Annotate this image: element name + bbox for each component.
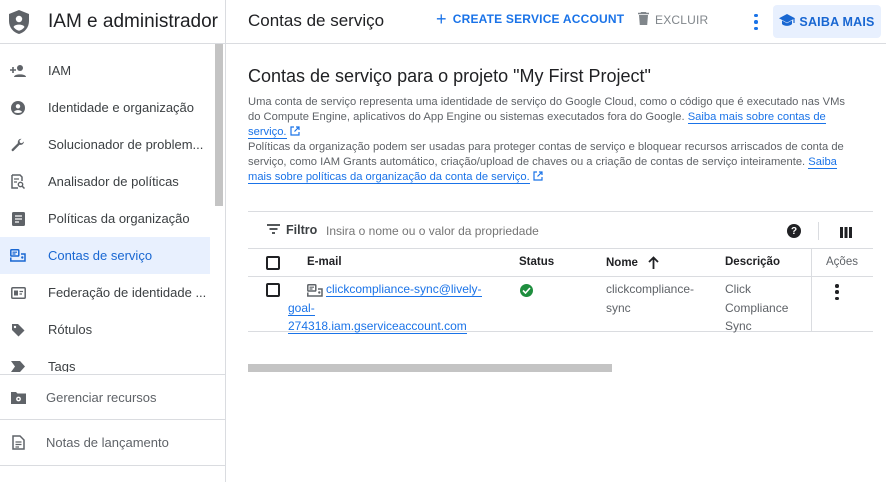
description-text: Compliance [725, 300, 789, 315]
org-policy-description: Políticas da organização podem ser usada… [248, 140, 860, 185]
column-header-status[interactable]: Status [519, 256, 554, 268]
name-text: clickcompliance- [606, 282, 695, 296]
column-header-label: Nome [606, 256, 638, 269]
sidebar-item-label: Identidade e organização [48, 100, 195, 115]
top-bar: Contas de serviço + CREATE SERVICE ACCOU… [226, 0, 886, 44]
table-horizontal-scrollbar[interactable] [248, 364, 612, 372]
create-service-account-button[interactable]: + CREATE SERVICE ACCOUNT [436, 9, 625, 29]
filter-button[interactable]: Filtro [267, 223, 317, 237]
sidebar-item-labels[interactable]: Rótulos [0, 311, 214, 348]
service-account-description: Click Compliance Sync [725, 280, 788, 336]
sidebar-item-label: Rótulos [48, 322, 93, 337]
tag-icon [10, 359, 26, 372]
description-text: Click [725, 282, 751, 296]
sidebar-item-label: IAM [48, 63, 72, 78]
service-account-description: Uma conta de serviço representa uma iden… [248, 95, 860, 140]
service-account-icon [10, 248, 26, 264]
manage-resources-link[interactable]: Gerenciar recursos [0, 375, 225, 419]
page-title: Contas de serviço [248, 11, 385, 30]
sidebar-item-label: Federação de identidade ... [48, 285, 207, 300]
delete-button[interactable]: EXCLUIR [638, 11, 709, 28]
learn-more-label: SAIBA MAIS [799, 14, 875, 29]
service-account-email-link[interactable]: clickcompliance-sync@lively-goal- 274318.… [288, 280, 507, 336]
sidebar-item-service-accounts[interactable]: Contas de serviço [0, 237, 210, 274]
divider [818, 222, 819, 240]
sidebar-item-policy-analyzer[interactable]: Analisador de políticas [0, 163, 214, 200]
sidebar-item-label: Tags [48, 359, 76, 372]
document-icon [10, 211, 26, 227]
email-text: clickcompliance-sync@lively- [326, 282, 482, 297]
person-add-icon [10, 63, 26, 79]
sidebar-item-iam[interactable]: IAM [0, 52, 214, 89]
more-options-icon[interactable] [750, 12, 762, 32]
manage-resources-label: Gerenciar recursos [46, 389, 157, 405]
column-header-name[interactable]: Nome [606, 256, 659, 269]
filter-bar: Filtro ? [248, 211, 873, 249]
section-heading: Contas de serviço para o projeto "My Fir… [248, 66, 651, 86]
plus-icon: + [436, 9, 447, 29]
delete-label: EXCLUIR [655, 13, 709, 27]
label-icon [10, 322, 26, 338]
name-text: sync [606, 300, 631, 315]
check-circle-icon [520, 284, 533, 297]
sidebar-item-label: Políticas da organização [48, 211, 190, 226]
help-icon[interactable]: ? [787, 224, 801, 238]
column-header-email[interactable]: E-mail [307, 256, 342, 268]
create-service-account-label: CREATE SERVICE ACCOUNT [452, 12, 625, 26]
release-notes-link[interactable]: Notas de lançamento [0, 420, 225, 464]
sidebar-item-label: Solucionador de problem... [48, 137, 204, 152]
table-row: clickcompliance-sync@lively-goal- 274318.… [248, 277, 873, 334]
service-account-name: clickcompliance- sync [606, 280, 694, 317]
open-in-new-icon [289, 126, 300, 136]
sidebar-header: IAM e administrador [0, 0, 225, 44]
column-header-actions: Ações [826, 256, 858, 268]
sidebar-item-label: Contas de serviço [48, 248, 153, 263]
sidebar-scrollbar[interactable] [215, 44, 223, 206]
release-notes-label: Notas de lançamento [46, 434, 169, 450]
table-header: E-mail Status Nome Descrição [248, 249, 873, 277]
sidebar: IAM e administrador IAM Identidade e org… [0, 0, 226, 482]
sidebar-item-label: Analisador de políticas [48, 174, 179, 189]
row-checkbox[interactable] [266, 283, 280, 297]
release-notes-icon [10, 434, 26, 450]
row-actions-icon[interactable] [835, 284, 839, 300]
sidebar-item-identity-federation[interactable]: Federação de identidade ... [0, 274, 214, 311]
sidebar-item-identity[interactable]: Identidade e organização [0, 89, 214, 126]
sidebar-item-org-policies[interactable]: Políticas da organização [0, 200, 214, 237]
description-text: Sync [725, 319, 752, 333]
policy-analyzer-icon [10, 174, 26, 190]
email-text: goal- [288, 300, 315, 316]
sidebar-nav: IAM Identidade e organização Solucionado… [0, 52, 214, 372]
learn-more-button[interactable]: SAIBA MAIS [773, 5, 881, 38]
sidebar-title: IAM e administrador [48, 10, 219, 32]
divider [0, 465, 225, 466]
select-all-checkbox[interactable] [266, 256, 280, 270]
school-icon [779, 13, 796, 30]
email-text: 274318.iam.gserviceaccount.com [288, 319, 467, 334]
arrow-upward-icon [648, 256, 659, 269]
description-text: Políticas da organização podem ser usada… [248, 141, 844, 168]
link-text: sobre políticas da organização da conta … [274, 171, 530, 183]
wrench-icon [10, 137, 26, 153]
filter-input[interactable] [326, 224, 666, 238]
account-circle-icon [10, 100, 26, 116]
trash-icon [638, 11, 649, 28]
sidebar-item-troubleshooter[interactable]: Solucionador de problem... [0, 126, 214, 163]
column-header-description[interactable]: Descrição [725, 256, 780, 268]
actions-column: Ações [811, 249, 873, 332]
filter-label: Filtro [286, 223, 318, 237]
open-in-new-icon [533, 171, 543, 181]
sidebar-item-tags[interactable]: Tags [0, 348, 214, 372]
filter-list-icon [267, 223, 280, 237]
id-card-icon [10, 285, 26, 301]
shield-icon [8, 9, 30, 35]
column-display-icon[interactable] [840, 225, 852, 243]
manage-resources-icon [10, 389, 26, 405]
